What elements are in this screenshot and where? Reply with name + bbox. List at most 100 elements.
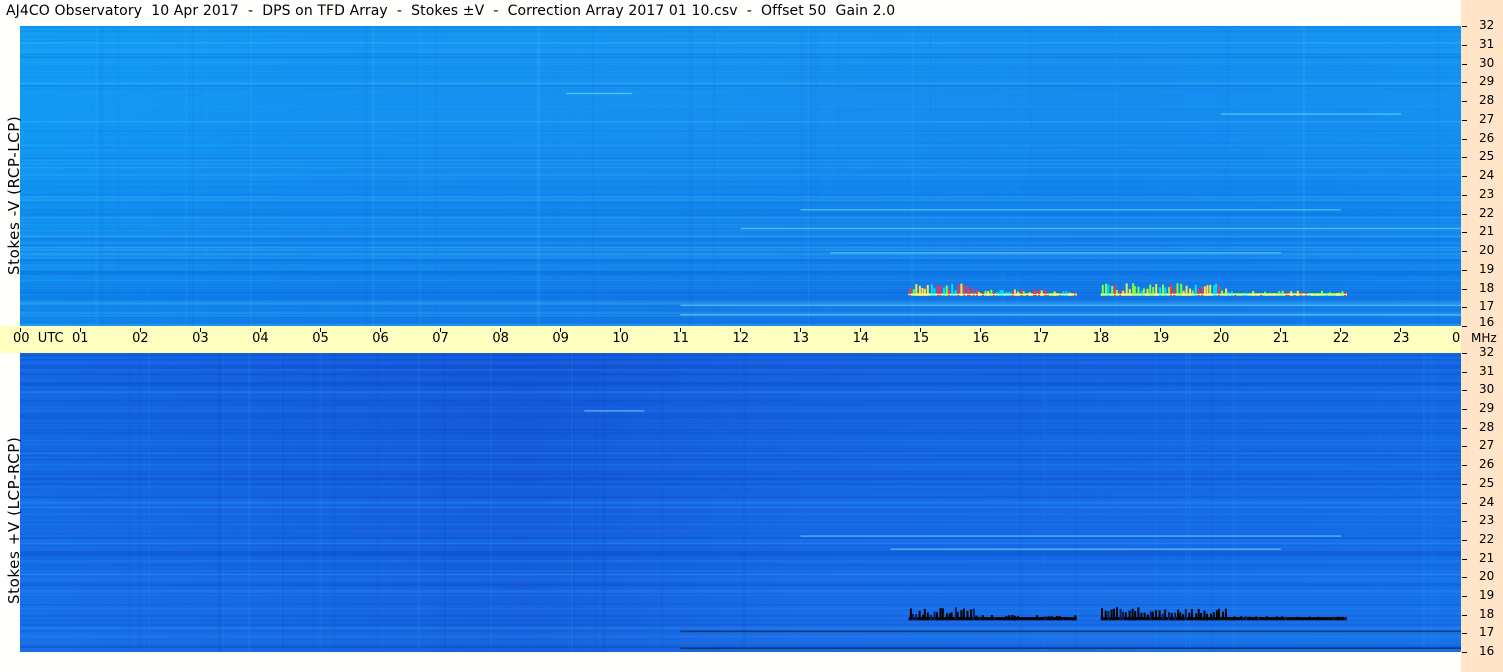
- noise-stripe: [20, 34, 1461, 37]
- emission-line: [890, 548, 1281, 550]
- noise-stripe: [20, 308, 1461, 311]
- noise-band: [205, 26, 208, 326]
- freq-tick-mark: [1462, 289, 1467, 290]
- burst-spike: [976, 290, 978, 296]
- burst-spike: [1137, 607, 1140, 621]
- freq-tick-mark: [1462, 484, 1467, 485]
- burst-spike: [996, 618, 999, 621]
- noise-stripe: [20, 499, 1461, 501]
- emission-line: [680, 630, 1461, 633]
- burst-spike: [1230, 617, 1233, 621]
- noise-stripe: [20, 564, 1461, 565]
- noise-stripe: [20, 42, 1461, 44]
- freq-tick-label: 31: [1479, 364, 1495, 378]
- burst-spike: [1020, 618, 1023, 621]
- burst-base: [974, 617, 1077, 621]
- burst-spike: [1191, 290, 1194, 296]
- time-tick-label: 13: [792, 331, 810, 346]
- noise-stripe: [20, 501, 1461, 502]
- noise-stripe: [20, 154, 1461, 156]
- noise-stripe: [20, 157, 1461, 159]
- burst-spike: [966, 610, 969, 621]
- burst-spike: [1184, 608, 1187, 621]
- noise-stripe: [20, 57, 1461, 59]
- noise-stripe: [20, 649, 1461, 651]
- burst-spike: [984, 290, 987, 296]
- noise-band: [1017, 26, 1020, 326]
- noise-stripe: [20, 533, 1461, 534]
- noise-stripe: [20, 279, 1461, 282]
- burst-spike: [1028, 617, 1031, 621]
- noise-stripe: [20, 378, 1461, 380]
- burst-spike: [1203, 610, 1206, 621]
- noise-band: [1434, 353, 1437, 652]
- burst-spike: [941, 608, 944, 621]
- noise-stripe: [20, 419, 1461, 420]
- noise-stripe: [20, 264, 1461, 267]
- noise-stripe: [20, 316, 1461, 318]
- noise-band: [774, 353, 777, 652]
- noise-band: [536, 26, 541, 326]
- noise-band: [1030, 26, 1032, 326]
- noise-band: [221, 353, 224, 652]
- burst-spike: [1013, 615, 1016, 621]
- freq-tick-mark: [1462, 633, 1467, 634]
- emission-line: [566, 92, 633, 95]
- noise-stripe: [20, 26, 1461, 28]
- noise-stripe: [20, 542, 1461, 545]
- noise-band: [312, 353, 315, 652]
- burst-spike: [1269, 617, 1272, 621]
- burst-spike: [962, 608, 965, 621]
- noise-stripe: [20, 443, 1461, 445]
- burst-spike: [1321, 290, 1323, 296]
- noise-band: [838, 26, 842, 326]
- burst-spike: [1276, 616, 1278, 621]
- noise-stripe: [20, 225, 1461, 227]
- burst-spike: [1158, 610, 1161, 621]
- burst-spike: [1033, 289, 1036, 296]
- burst-spike: [1146, 614, 1149, 621]
- burst-spike: [1005, 615, 1008, 621]
- burst-spike: [1110, 609, 1113, 621]
- burst-spike: [1104, 610, 1107, 621]
- burst-spike: [1293, 617, 1296, 621]
- burst-spike: [1044, 616, 1047, 621]
- freq-tick-mark: [1462, 372, 1467, 373]
- time-tick-label: 23: [1392, 331, 1410, 346]
- noise-band: [742, 353, 747, 652]
- noise-stripe: [20, 77, 1461, 78]
- emission-line: [680, 647, 1461, 649]
- noise-stripe: [20, 353, 1461, 355]
- time-tick-label: 20: [1212, 331, 1230, 346]
- burst-spike: [954, 290, 957, 296]
- noise-band: [434, 26, 437, 326]
- freq-tick-label: 16: [1479, 315, 1495, 329]
- noise-stripe: [20, 254, 1461, 256]
- burst-spike: [1168, 612, 1170, 621]
- burst-spike: [1190, 609, 1193, 621]
- time-axis: [0, 326, 1462, 353]
- burst-spike: [1326, 617, 1329, 621]
- freq-tick-mark: [1462, 214, 1467, 215]
- burst-spike: [960, 610, 963, 621]
- burst-spike: [1174, 612, 1177, 621]
- burst-spike: [1071, 617, 1074, 621]
- burst-spike: [1101, 608, 1103, 621]
- burst-spike: [1026, 618, 1029, 621]
- burst-spike: [911, 613, 914, 621]
- emission-line: [740, 227, 1461, 230]
- noise-band: [364, 26, 368, 326]
- noise-band: [602, 353, 606, 652]
- burst-spike: [1344, 617, 1347, 621]
- burst-spike: [1273, 619, 1276, 621]
- spectrogram-top: [20, 26, 1461, 326]
- burst-spike: [1330, 617, 1333, 621]
- burst-spike: [1306, 617, 1308, 621]
- burst-spike: [1020, 289, 1023, 296]
- burst-spike: [1240, 616, 1243, 621]
- freq-tick-label: 26: [1479, 457, 1495, 471]
- burst-spike: [1221, 290, 1223, 296]
- burst-spike: [948, 613, 951, 621]
- freq-tick-label: 21: [1479, 551, 1495, 565]
- time-tick-label: 01: [72, 331, 89, 346]
